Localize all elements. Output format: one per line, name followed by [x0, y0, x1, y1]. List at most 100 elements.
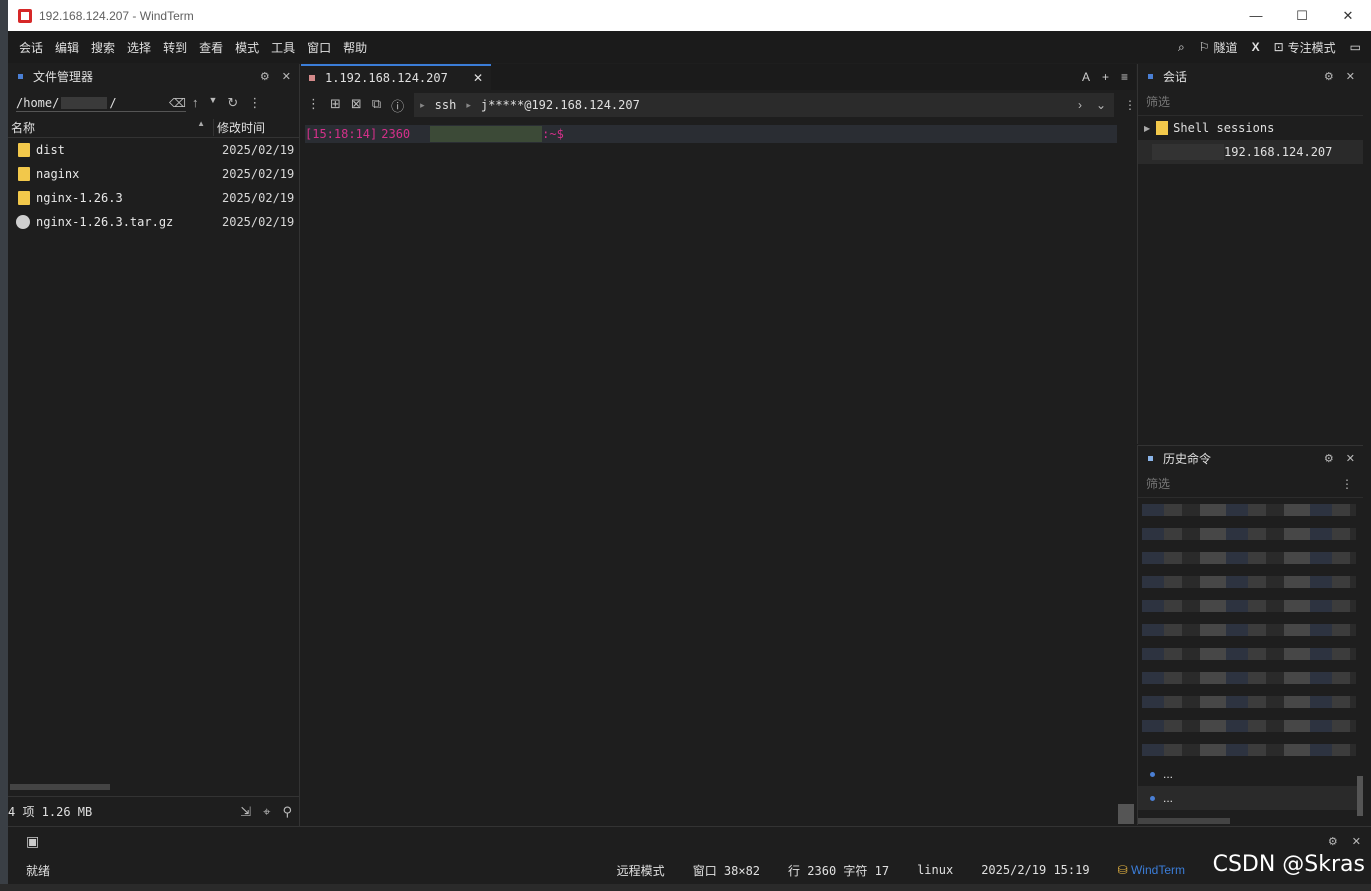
menu-help[interactable]: 帮助 — [337, 39, 373, 56]
menu-view[interactable]: 查看 — [193, 39, 229, 56]
sessions-filter-input[interactable]: 筛选 — [1138, 88, 1363, 116]
folder-icon — [18, 191, 30, 205]
gear-icon[interactable]: ⚙ — [260, 70, 270, 83]
x-button[interactable]: X — [1252, 40, 1260, 54]
gear-icon[interactable]: ⚙ — [1324, 452, 1334, 465]
close-icon[interactable]: ✕ — [282, 70, 291, 83]
history-item-redacted[interactable] — [1138, 498, 1363, 522]
path-input[interactable]: /home/ / ⌫ — [16, 94, 186, 112]
close-button[interactable]: ✕ — [1325, 0, 1371, 31]
horizontal-scrollbar[interactable] — [10, 784, 110, 790]
new-tab-button[interactable]: + — [1102, 70, 1109, 84]
prompt-timestamp: [15:18:14] — [305, 127, 378, 141]
location-icon[interactable]: ⌖ — [263, 804, 270, 820]
horizontal-scrollbar[interactable] — [1138, 818, 1230, 824]
more-icon[interactable]: ⋮ — [1341, 477, 1353, 491]
breadcrumb-arrow-icon: ▸ — [466, 99, 471, 110]
status-app[interactable]: ⛁ WindTerm — [1118, 863, 1185, 877]
address-label[interactable]: j*****@192.168.124.207 — [481, 98, 640, 112]
history-item-redacted[interactable] — [1138, 666, 1363, 690]
menu-search[interactable]: 搜索 — [85, 39, 121, 56]
new-session-icon[interactable]: ⊞ — [330, 96, 341, 115]
tunnel-icon: ⚐ — [1198, 40, 1210, 54]
clear-icon[interactable]: ⌫ — [169, 96, 186, 110]
open-folder-icon[interactable]: ⇲ — [240, 804, 251, 820]
maximize-button[interactable]: ☐ — [1279, 0, 1325, 31]
column-modified[interactable]: 修改时间 — [214, 119, 265, 136]
tunnel-button[interactable]: ⚐ 隧道 — [1199, 39, 1238, 56]
file-row[interactable]: dist 2025/02/19 — [8, 138, 299, 162]
watermark: CSDN @Skras — [1212, 852, 1365, 877]
menu-session[interactable]: 会话 — [13, 39, 49, 56]
file-row[interactable]: nginx-1.26.3.tar.gz 2025/02/19 — [8, 210, 299, 234]
desktop-edge — [0, 0, 8, 891]
history-item-redacted[interactable] — [1138, 738, 1363, 762]
history-title: 历史命令 — [1163, 451, 1212, 466]
history-item[interactable]: ... — [1138, 786, 1363, 810]
search-icon[interactable]: ⌕ — [1178, 40, 1185, 55]
status-cursor: 行 2360 字符 17 — [788, 863, 890, 878]
history-item[interactable]: ... — [1138, 762, 1363, 786]
minimize-button[interactable]: — — [1233, 0, 1279, 31]
go-icon[interactable]: › — [1078, 98, 1082, 112]
history-item-redacted[interactable] — [1138, 690, 1363, 714]
bottom-dock: ▣ ⚙ ✕ — [8, 826, 1371, 856]
terminal-scrollbar[interactable] — [1118, 804, 1134, 824]
menu-tools[interactable]: 工具 — [265, 39, 301, 56]
history-item-redacted[interactable] — [1138, 546, 1363, 570]
focus-mode-button[interactable]: ⊡ 专注模式 — [1274, 39, 1336, 56]
vertical-scrollbar[interactable] — [1357, 776, 1363, 816]
close-icon[interactable]: ✕ — [1346, 70, 1355, 83]
history-item-redacted[interactable] — [1138, 642, 1363, 666]
gear-icon[interactable]: ⚙ — [1328, 835, 1338, 848]
menu-window[interactable]: 窗口 — [301, 39, 337, 56]
duplicate-icon[interactable]: ⧉ — [372, 96, 381, 115]
layout-icon[interactable]: ▭ — [1350, 40, 1361, 54]
pin-icon[interactable]: ⚲ — [282, 804, 292, 820]
file-manager-title: 文件管理器 — [33, 69, 94, 84]
history-item-redacted[interactable] — [1138, 570, 1363, 594]
sort-asc-icon: ▲ — [197, 119, 205, 128]
up-arrow-icon[interactable]: ↑ — [192, 95, 199, 111]
file-row[interactable]: nginx-1.26.3 2025/02/19 — [8, 186, 299, 210]
menu-goto[interactable]: 转到 — [157, 39, 193, 56]
output-panel-icon[interactable]: ▣ — [26, 833, 39, 850]
drag-handle-icon[interactable]: ⋮ — [307, 96, 320, 115]
tab-close-icon[interactable]: ✕ — [473, 71, 483, 85]
more-icon[interactable]: ⋮ — [248, 95, 261, 111]
history-filter-input[interactable]: 筛选 ⋮ — [1138, 470, 1363, 498]
address-bar[interactable]: ▸ ssh ▸ j*****@192.168.124.207 › ⌄ — [414, 93, 1114, 117]
close-icon[interactable]: ✕ — [1346, 452, 1355, 465]
tab-menu-button[interactable]: ≡ — [1121, 70, 1128, 84]
chevron-down-icon[interactable]: ⌄ — [1096, 98, 1106, 112]
more-icon[interactable]: ⋮ — [1124, 98, 1136, 112]
menu-edit[interactable]: 编辑 — [49, 39, 85, 56]
refresh-icon[interactable]: ↻ — [227, 95, 238, 111]
history-item-redacted[interactable] — [1138, 594, 1363, 618]
file-list-header: 名称 ▲ 修改时间 — [8, 118, 299, 138]
status-mode[interactable]: 远程模式 — [617, 862, 665, 879]
history-item-redacted[interactable] — [1138, 522, 1363, 546]
expand-arrow-icon[interactable]: ▶ — [1144, 124, 1150, 133]
focus-icon: ⊡ — [1273, 40, 1284, 54]
info-icon[interactable]: ⓘ — [391, 96, 404, 115]
menu-mode[interactable]: 模式 — [229, 39, 265, 56]
protocol-label[interactable]: ssh — [435, 98, 457, 112]
history-item-redacted[interactable] — [1138, 714, 1363, 738]
redacted-username — [61, 96, 108, 109]
terminal-prompt-line[interactable]: [15:18:14] 2360 :~$ — [305, 125, 1117, 143]
history-item-redacted[interactable] — [1138, 618, 1363, 642]
close-icon[interactable]: ✕ — [1352, 835, 1361, 848]
column-name[interactable]: 名称 ▲ — [8, 119, 214, 136]
terminal-tab[interactable]: 1.192.168.124.207 ✕ — [301, 64, 491, 90]
gear-icon[interactable]: ⚙ — [1324, 70, 1334, 83]
disconnect-icon[interactable]: ⊠ — [351, 96, 362, 115]
panel-dot-icon — [18, 73, 23, 79]
prompt-line-number: 2360 — [381, 127, 411, 141]
file-row[interactable]: naginx 2025/02/19 — [8, 162, 299, 186]
chevron-down-icon[interactable]: ▼ — [209, 95, 218, 111]
session-group[interactable]: ▶ Shell sessions — [1138, 116, 1363, 140]
font-button[interactable]: A — [1082, 70, 1090, 84]
session-item[interactable]: 192.168.124.207 — [1138, 140, 1363, 164]
menu-select[interactable]: 选择 — [121, 39, 157, 56]
